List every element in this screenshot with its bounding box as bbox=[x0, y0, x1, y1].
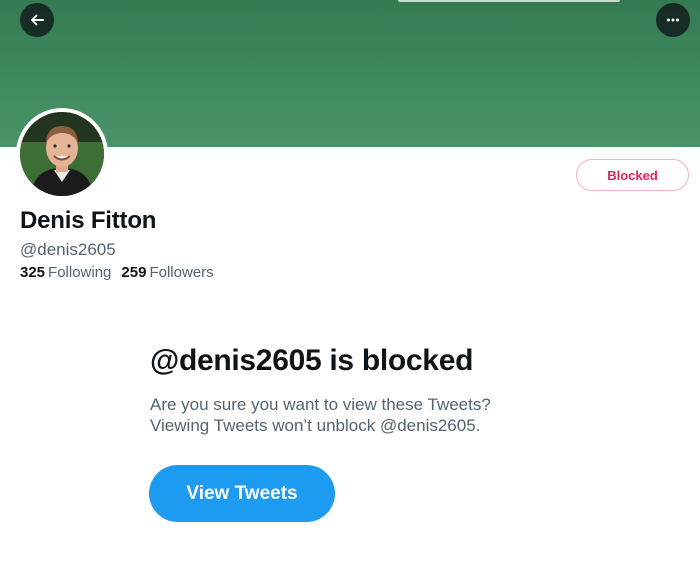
avatar-photo bbox=[20, 112, 104, 196]
following-count: 325 bbox=[20, 264, 46, 281]
blocked-button[interactable]: Blocked bbox=[576, 159, 689, 191]
avatar-portrait bbox=[20, 112, 104, 196]
blocked-notice-line-1: Are you sure you want to view these Twee… bbox=[150, 395, 491, 414]
blocked-button-label: Blocked bbox=[607, 167, 658, 183]
profile-handle: @denis2605 bbox=[20, 240, 116, 259]
blocked-notice-line-2: Viewing Tweets won’t unblock @denis2605. bbox=[150, 416, 481, 435]
followers-label: Followers bbox=[149, 264, 214, 281]
arrow-left-icon bbox=[31, 14, 44, 26]
followers-count: 259 bbox=[121, 264, 147, 281]
blocked-notice-title: @denis2605 is blocked bbox=[150, 344, 474, 377]
view-tweets-button[interactable]: View Tweets bbox=[149, 465, 335, 522]
back-button[interactable] bbox=[20, 3, 54, 37]
view-tweets-label: View Tweets bbox=[186, 482, 298, 504]
more-horizontal-icon bbox=[667, 18, 679, 22]
following-label: Following bbox=[48, 264, 112, 281]
profile-stats: 325 Following 259 Followers bbox=[20, 264, 214, 281]
blocked-notice-description: Are you sure you want to view these Twee… bbox=[150, 394, 570, 436]
following-link[interactable]: 325 Following bbox=[20, 264, 111, 281]
avatar[interactable] bbox=[16, 108, 108, 200]
followers-link[interactable]: 259 Followers bbox=[121, 264, 213, 281]
banner-highlight bbox=[398, 0, 620, 2]
profile-banner[interactable] bbox=[0, 0, 700, 147]
more-options-button[interactable] bbox=[656, 3, 690, 37]
profile-name: Denis Fitton bbox=[20, 207, 157, 234]
